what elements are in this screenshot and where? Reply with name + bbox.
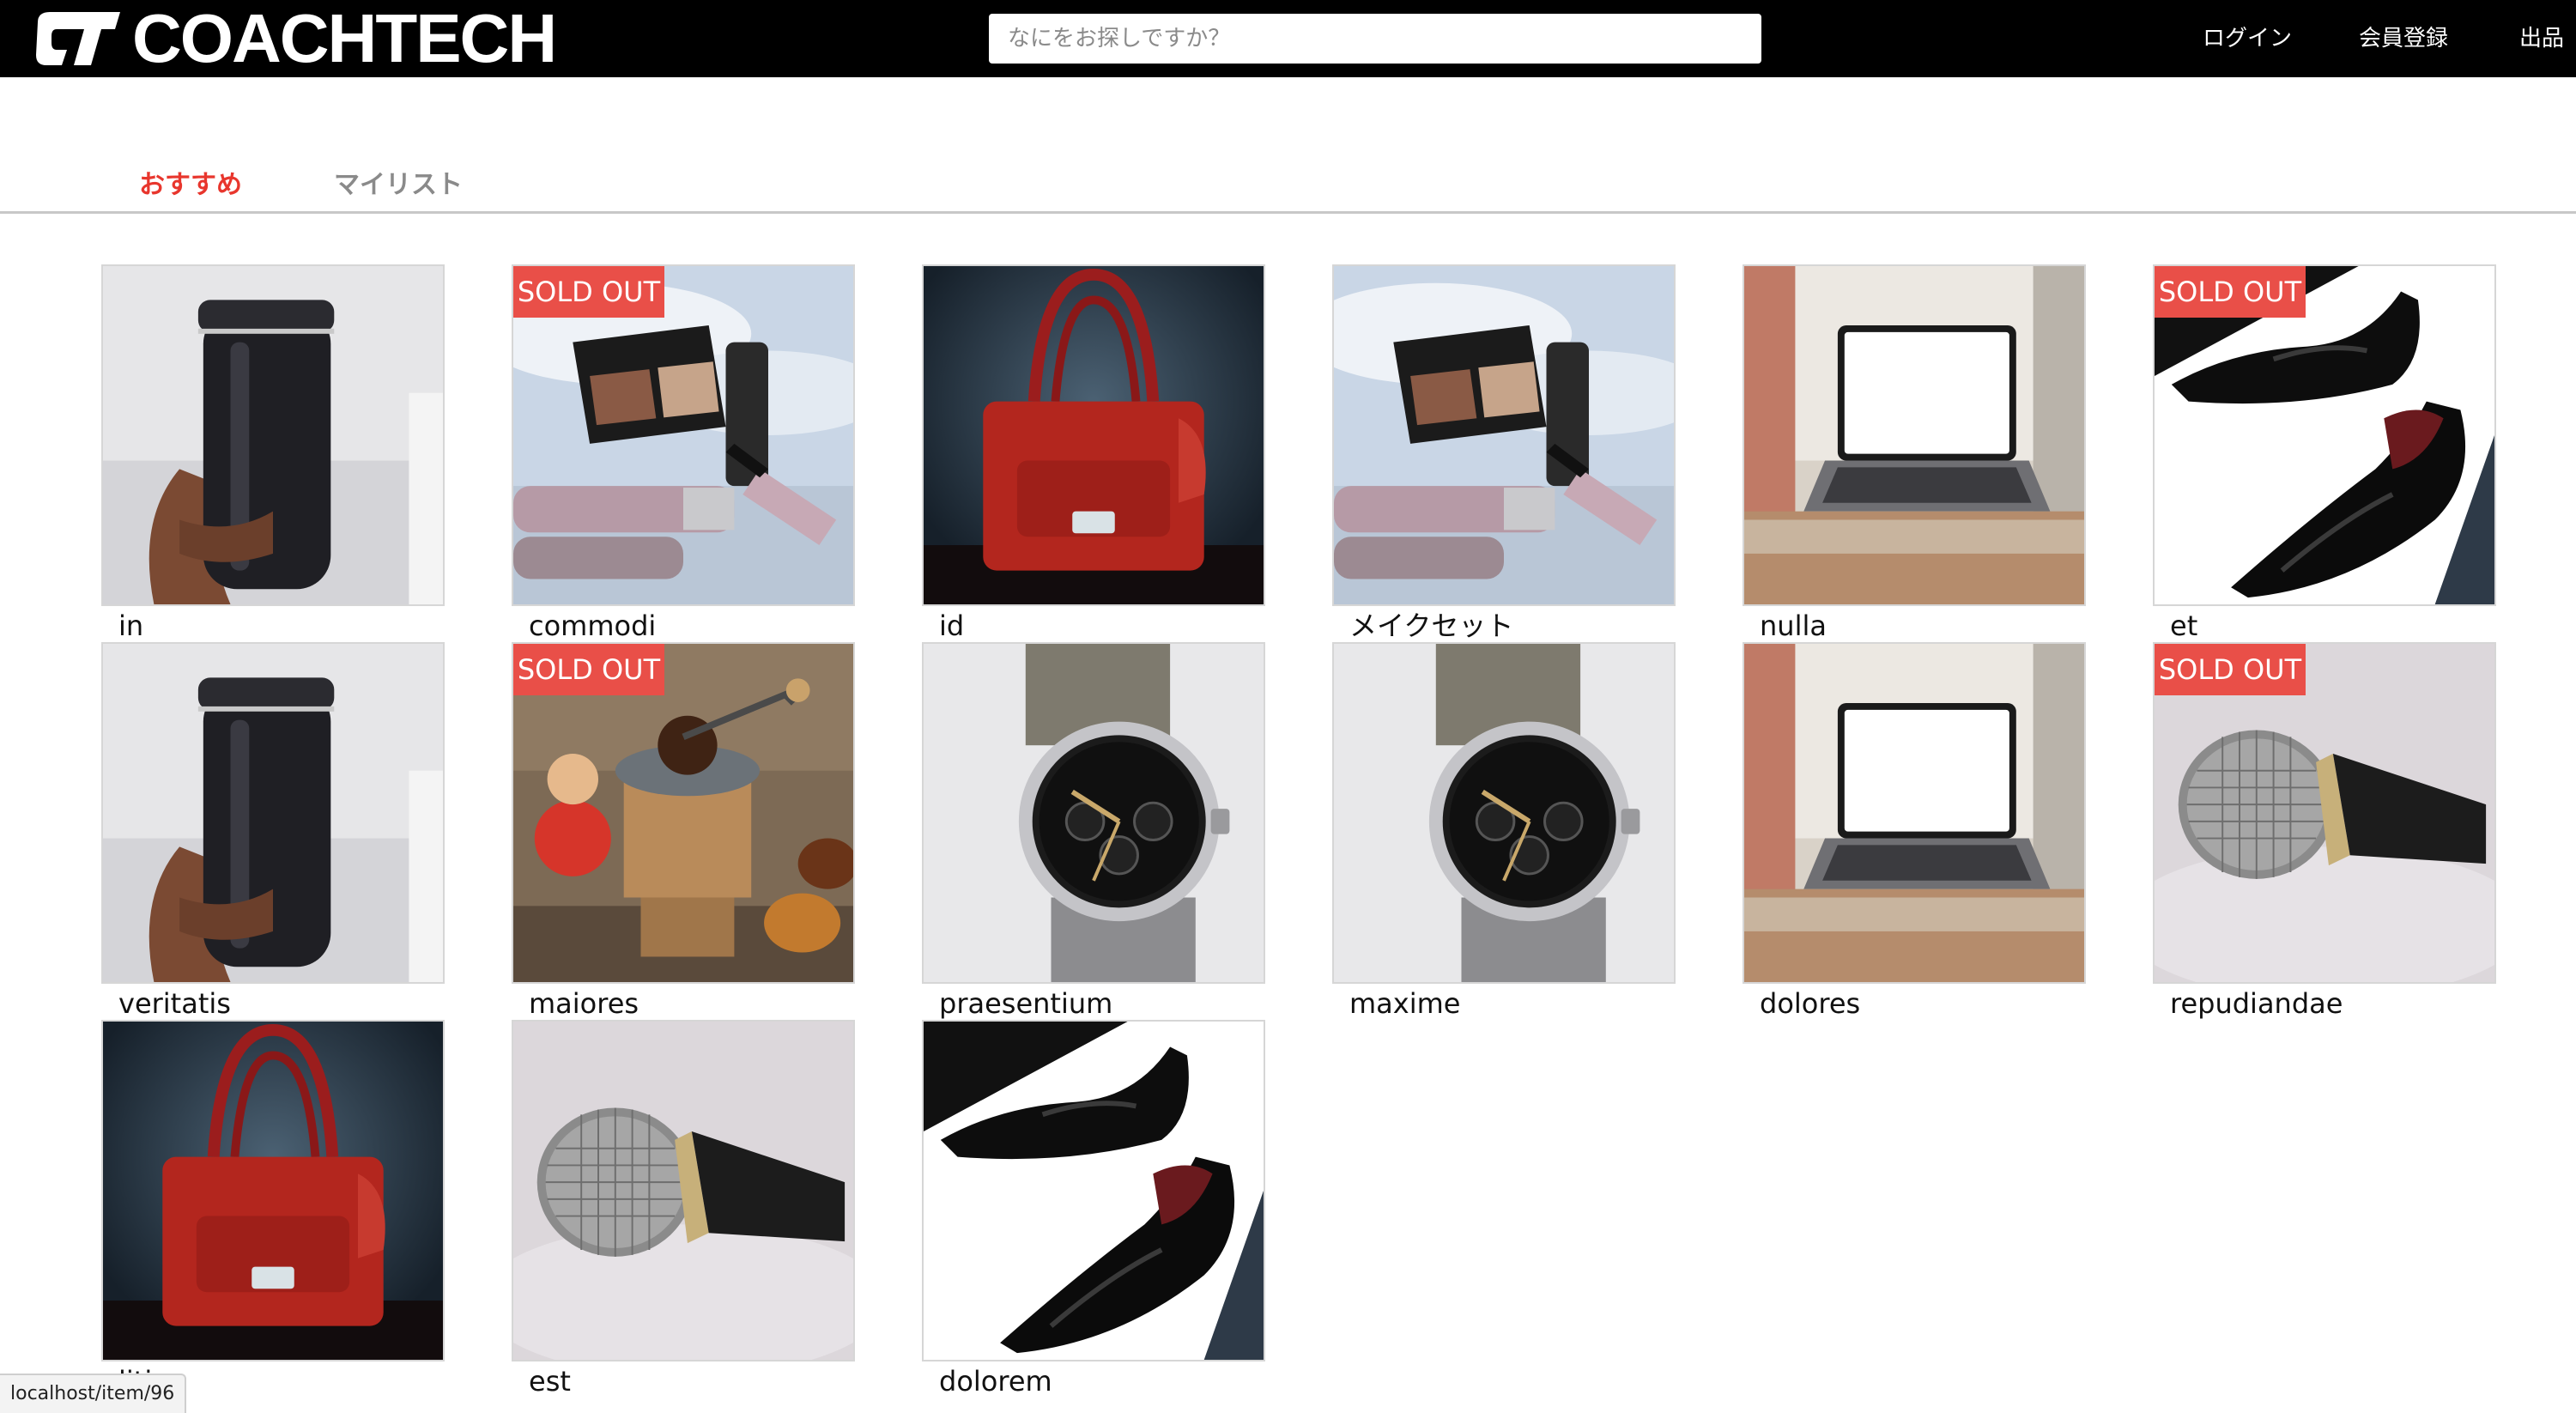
tumbler-image bbox=[103, 644, 443, 982]
product-name: est bbox=[529, 1365, 571, 1398]
site-header: COACHTECH ログイン 会員登録 出品 bbox=[0, 0, 2576, 77]
product-card[interactable]: SOLD OUT et bbox=[2153, 264, 2496, 642]
product-name: et bbox=[2170, 609, 2198, 642]
laptop-image bbox=[1744, 644, 2084, 982]
logo-mark-icon bbox=[36, 12, 120, 65]
product-image[interactable] bbox=[1743, 264, 2086, 606]
microphone-image bbox=[513, 1022, 853, 1360]
product-image[interactable] bbox=[101, 264, 445, 606]
logo-text: COACHTECH bbox=[132, 0, 557, 76]
sold-out-badge: SOLD OUT bbox=[513, 644, 664, 695]
tumbler-image bbox=[103, 266, 443, 604]
product-name: メイクセット bbox=[1349, 609, 1514, 642]
product-name: dolores bbox=[1760, 987, 1861, 1020]
tab-recommend[interactable]: おすすめ bbox=[139, 163, 242, 201]
sold-out-badge: SOLD OUT bbox=[2155, 266, 2306, 318]
red-handbag-image bbox=[924, 266, 1264, 604]
status-bar-url: localhost/item/96 bbox=[0, 1374, 187, 1413]
product-card[interactable]: nulla bbox=[1743, 264, 2086, 642]
wristwatch-image bbox=[924, 644, 1264, 982]
nav-login-link[interactable]: ログイン bbox=[2203, 0, 2292, 77]
product-card[interactable]: SOLD OUT repudiandae bbox=[2153, 642, 2496, 1020]
product-card[interactable]: SOLD OUT commodi bbox=[512, 264, 855, 642]
product-image[interactable]: SOLD OUT bbox=[2153, 264, 2496, 606]
nav-register-link[interactable]: 会員登録 bbox=[2359, 0, 2448, 77]
logo[interactable]: COACHTECH bbox=[33, 0, 557, 76]
product-name: in bbox=[118, 609, 144, 642]
tab-bar: おすすめ マイリスト bbox=[0, 77, 2576, 214]
search-input[interactable] bbox=[989, 14, 1761, 64]
product-image[interactable]: SOLD OUT bbox=[2153, 642, 2496, 984]
product-card[interactable]: praesentium bbox=[922, 642, 1265, 1020]
product-card[interactable]: maxime bbox=[1332, 642, 1676, 1020]
laptop-image bbox=[1744, 266, 2084, 604]
product-name: praesentium bbox=[939, 987, 1113, 1020]
product-image[interactable] bbox=[1332, 642, 1676, 984]
product-card[interactable]: SOLD OUT maiores bbox=[512, 642, 855, 1020]
product-card[interactable]: litia bbox=[101, 1020, 445, 1398]
product-image[interactable]: SOLD OUT bbox=[512, 264, 855, 606]
product-image[interactable] bbox=[101, 1020, 445, 1361]
sold-out-badge: SOLD OUT bbox=[513, 266, 664, 318]
wristwatch-image bbox=[1334, 644, 1674, 982]
product-image[interactable] bbox=[922, 264, 1265, 606]
product-name: commodi bbox=[529, 609, 657, 642]
product-card[interactable]: in bbox=[101, 264, 445, 642]
product-card[interactable]: est bbox=[512, 1020, 855, 1398]
product-name: veritatis bbox=[118, 987, 231, 1020]
product-card[interactable]: veritatis bbox=[101, 642, 445, 1020]
product-image[interactable] bbox=[1332, 264, 1676, 606]
product-image[interactable] bbox=[101, 642, 445, 984]
product-name: dolorem bbox=[939, 1365, 1052, 1398]
product-card[interactable]: dolorem bbox=[922, 1020, 1265, 1398]
product-name: nulla bbox=[1760, 609, 1827, 642]
product-card[interactable]: メイクセット bbox=[1332, 264, 1676, 642]
sold-out-badge: SOLD OUT bbox=[2155, 644, 2306, 695]
product-image[interactable] bbox=[922, 642, 1265, 984]
product-image[interactable] bbox=[512, 1020, 855, 1361]
product-image[interactable] bbox=[922, 1020, 1265, 1361]
product-name: id bbox=[939, 609, 965, 642]
product-name: maxime bbox=[1349, 987, 1461, 1020]
product-name: repudiandae bbox=[2170, 987, 2343, 1020]
product-image[interactable]: SOLD OUT bbox=[512, 642, 855, 984]
leather-shoes-image bbox=[924, 1022, 1264, 1360]
makeup-set-image bbox=[1334, 266, 1674, 604]
product-card[interactable]: id bbox=[922, 264, 1265, 642]
red-handbag-image bbox=[103, 1022, 443, 1360]
product-card[interactable]: dolores bbox=[1743, 642, 2086, 1020]
product-image[interactable] bbox=[1743, 642, 2086, 984]
product-name: maiores bbox=[529, 987, 639, 1020]
nav-sell-link[interactable]: 出品 bbox=[2519, 0, 2564, 77]
tab-mylist[interactable]: マイリスト bbox=[334, 163, 463, 201]
